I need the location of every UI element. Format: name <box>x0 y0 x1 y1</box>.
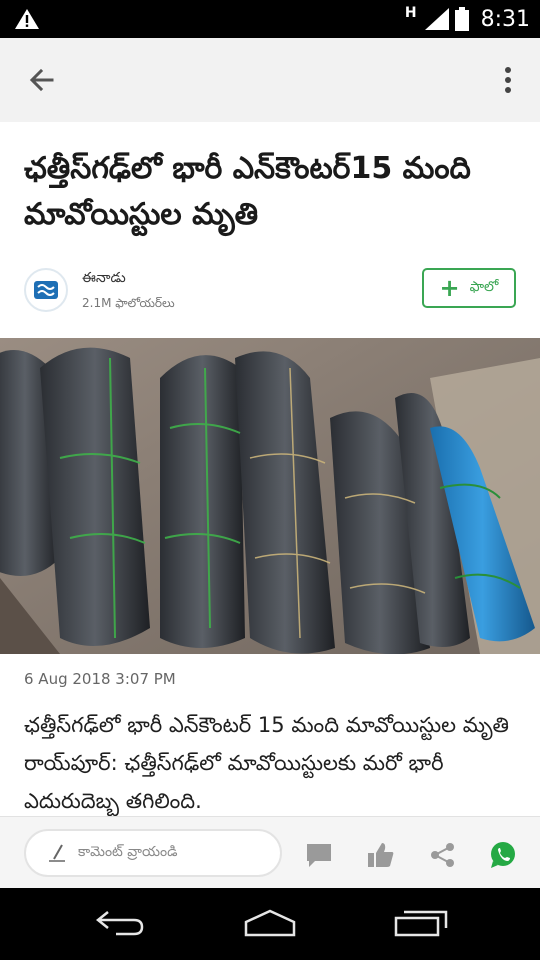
app-toolbar <box>0 38 540 122</box>
comment-placeholder: కామెంట్ వ్రాయండి <box>78 843 178 860</box>
publisher-followers: 2.1M ఫాలోయర్‌లు <box>82 296 175 310</box>
share-icon[interactable] <box>429 841 457 869</box>
publisher-row: ఈనాడు 2.1M ఫాలోయర్‌లు + ఫాలో <box>24 266 516 318</box>
network-type-label: H <box>404 5 417 21</box>
comment-input[interactable]: కామెంట్ వ్రాయండి <box>24 829 282 877</box>
article-image[interactable] <box>0 338 540 654</box>
eenadu-logo-icon <box>34 281 58 299</box>
warning-icon <box>15 9 39 29</box>
battery-icon <box>454 7 469 31</box>
article-title: ఛత్తీస్‌గఢ్‌లో భారీ ఎన్‌కౌంటర్‌15 మంది మ… <box>24 151 471 232</box>
nav-home-icon[interactable] <box>242 908 298 938</box>
bottom-action-bar: కామెంట్ వ్రాయండి <box>0 816 540 889</box>
status-bar: H 8:31 <box>0 0 540 38</box>
whatsapp-icon[interactable] <box>489 841 517 869</box>
follow-label: ఫాలో <box>469 278 499 295</box>
article-body: ఛత్తీస్‌గఢ్‌లో భారీ ఎన్‌కౌంటర్‌ 15 మంది … <box>24 713 509 813</box>
like-icon[interactable] <box>367 841 395 869</box>
clock: 8:31 <box>480 6 530 32</box>
signal-icon <box>424 8 449 30</box>
nav-back-icon[interactable] <box>94 908 146 938</box>
nav-recents-icon[interactable] <box>394 908 448 938</box>
follow-button[interactable]: + ఫాలో <box>422 268 516 308</box>
plus-icon: + <box>439 274 460 302</box>
publisher-name[interactable]: ఈనాడు <box>82 270 126 289</box>
more-options-icon[interactable] <box>502 66 514 94</box>
comment-icon[interactable] <box>305 841 333 869</box>
pencil-icon <box>49 844 65 862</box>
publisher-logo[interactable] <box>24 268 68 312</box>
system-nav-bar <box>0 888 540 960</box>
back-arrow-icon[interactable] <box>26 64 58 96</box>
article-photo <box>0 338 540 654</box>
article-date: 6 Aug 2018 3:07 PM <box>24 670 176 688</box>
